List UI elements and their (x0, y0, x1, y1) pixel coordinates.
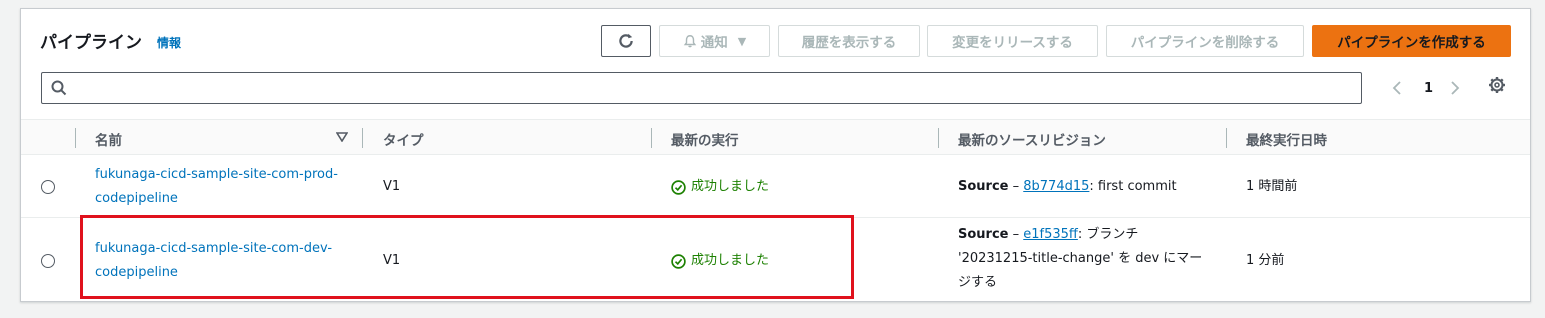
chevron-right-icon (1451, 81, 1460, 95)
column-separator[interactable] (651, 128, 652, 148)
status-text: 成功しました (691, 179, 770, 194)
table-row[interactable]: fukunaga-cicd-sample-site-com-prod- code… (21, 156, 1530, 218)
notify-label: 通知 (700, 35, 728, 51)
source-label: Source (958, 227, 1009, 242)
column-separator (75, 128, 76, 148)
search-input[interactable] (72, 75, 1352, 101)
success-check-icon (671, 253, 686, 269)
pipeline-name-line: codepipeline (95, 265, 178, 280)
chevron-left-icon (1392, 81, 1401, 95)
success-check-icon (671, 179, 686, 195)
source-separator: – (1008, 179, 1024, 194)
caret-down-icon: ▼ (737, 34, 747, 48)
notify-button[interactable]: 通知 ▼ (659, 25, 770, 57)
search-icon (51, 80, 67, 96)
commit-id-link[interactable]: e1f535ff (1023, 227, 1078, 242)
bell-icon (683, 35, 696, 48)
column-separator[interactable] (362, 128, 363, 148)
commit-message: : first commit (1089, 179, 1177, 194)
pipelines-panel: パイプライン 情報 通知 ▼ 履歴を表示する 変更をリリースする パイプラインを… (20, 8, 1531, 302)
status-text: 成功しました (691, 253, 770, 268)
create-pipeline-button[interactable]: パイプラインを作成する (1312, 25, 1511, 57)
source-separator: – (1008, 227, 1024, 242)
column-header-last-run[interactable]: 最終実行日時 (1246, 129, 1327, 149)
status-badge: 成功しました (671, 249, 769, 273)
pipeline-type: V1 (383, 253, 401, 268)
last-run-time: 1 時間前 (1246, 179, 1298, 194)
delete-pipeline-button[interactable]: パイプラインを削除する (1106, 25, 1304, 57)
column-header-source-revision[interactable]: 最新のソースリビジョン (958, 129, 1106, 149)
commit-message: ジする (958, 275, 998, 290)
pipeline-name-line: codepipeline (95, 191, 178, 206)
pipeline-name-link[interactable]: fukunaga-cicd-sample-site-com-dev- codep… (95, 237, 355, 285)
view-history-button[interactable]: 履歴を表示する (778, 25, 920, 57)
next-page-button[interactable] (1449, 75, 1469, 101)
source-revision: Source – 8b774d15: first commit (958, 175, 1177, 199)
pipeline-name-line: fukunaga-cicd-sample-site-com-dev- (95, 241, 333, 256)
status-badge: 成功しました (671, 175, 769, 199)
release-change-button[interactable]: 変更をリリースする (927, 25, 1098, 57)
current-page-number[interactable]: 1 (1424, 75, 1433, 101)
prev-page-button[interactable] (1391, 75, 1411, 101)
page-title: パイプライン (40, 33, 142, 53)
column-separator[interactable] (938, 128, 939, 148)
sort-descending-icon[interactable] (336, 132, 348, 142)
pipeline-name-line: fukunaga-cicd-sample-site-com-prod- (95, 167, 338, 182)
refresh-button[interactable] (601, 25, 651, 57)
row-select-radio[interactable] (41, 254, 55, 268)
refresh-icon (619, 33, 633, 48)
search-field[interactable] (41, 72, 1362, 104)
pipeline-type: V1 (383, 179, 401, 194)
info-link[interactable]: 情報 (157, 34, 181, 51)
commit-message: : ブランチ (1077, 227, 1139, 242)
table-header: 名前 タイプ 最新の実行 最新のソースリビジョン 最終実行日時 (21, 119, 1530, 155)
row-select-radio[interactable] (41, 180, 55, 194)
commit-id-link[interactable]: 8b774d15 (1023, 179, 1089, 194)
column-header-type[interactable]: タイプ (383, 129, 424, 149)
source-revision: Source – e1f535ff: ブランチ '20231215-title-… (958, 223, 1228, 295)
commit-message: '20231215-title-change' を dev にマー (958, 251, 1203, 266)
column-header-name[interactable]: 名前 (95, 129, 122, 149)
table-row[interactable]: fukunaga-cicd-sample-site-com-dev- codep… (21, 218, 1530, 302)
column-separator[interactable] (1226, 128, 1227, 148)
gear-icon[interactable] (1487, 75, 1507, 95)
last-run-time: 1 分前 (1246, 253, 1285, 268)
column-header-latest-execution[interactable]: 最新の実行 (671, 129, 739, 149)
source-label: Source (958, 179, 1009, 194)
pipeline-name-link[interactable]: fukunaga-cicd-sample-site-com-prod- code… (95, 163, 355, 211)
